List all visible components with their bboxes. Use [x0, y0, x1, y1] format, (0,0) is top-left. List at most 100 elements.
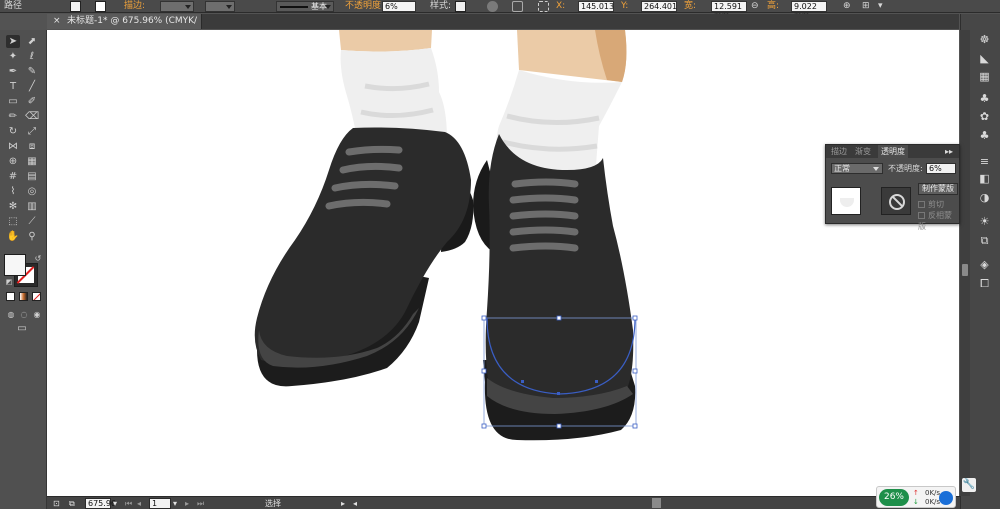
graphic-style-swatch[interactable] [455, 1, 466, 12]
color-panel-icon[interactable]: ☸ [977, 33, 992, 46]
stroke-label[interactable]: 描边: [124, 1, 145, 12]
shape-builder-tool-icon[interactable]: ⊕ [6, 155, 20, 168]
transform-reference-icon[interactable] [538, 1, 549, 12]
blend-tool-icon[interactable]: ◎ [25, 185, 39, 198]
x-field[interactable]: 145.013 [578, 1, 614, 12]
wrench-icon[interactable]: 🔧 [962, 478, 976, 492]
color-guide-icon[interactable]: ◣ [977, 52, 992, 65]
zoom-dropdown-icon[interactable]: ▾ [113, 498, 117, 509]
transparency-opacity-field[interactable]: 6% [926, 163, 956, 174]
color-mode-icon[interactable] [6, 292, 15, 301]
free-transform-tool-icon[interactable]: ⧈ [25, 140, 39, 153]
artboard-tool-icon[interactable]: ⬚ [6, 215, 20, 228]
appearance-panel-icon[interactable]: ☀ [977, 215, 992, 228]
gradient-panel-icon[interactable]: ◧ [977, 172, 992, 185]
y-field[interactable]: 264.401 [641, 1, 677, 12]
none-mode-icon[interactable] [32, 292, 41, 301]
eyedropper-tool-icon[interactable]: ⌇ [6, 185, 20, 198]
variable-width-dropdown[interactable] [205, 1, 235, 12]
close-tab-icon[interactable]: × [53, 14, 61, 29]
line-tool-icon[interactable]: ╱ [25, 80, 39, 93]
artboard-dropdown-icon[interactable]: ▾ [173, 498, 177, 509]
artboard-nav-icon[interactable]: ⊡ [53, 498, 60, 509]
make-mask-button[interactable]: 制作蒙版 [918, 183, 958, 195]
status-menu-icon[interactable]: ▸ [341, 498, 345, 509]
graphic-styles-icon[interactable]: ♣ [977, 129, 992, 142]
stroke-color-swatch[interactable] [95, 1, 106, 12]
clip-checkbox[interactable]: 剪切 [918, 199, 944, 210]
mesh-tool-icon[interactable]: # [6, 170, 20, 183]
swatches-panel-icon[interactable]: ▦ [977, 70, 992, 83]
blend-mode-dropdown[interactable]: 正常 [831, 163, 883, 174]
panel-menu-icon[interactable]: ▾ [878, 1, 883, 12]
transform-icon[interactable]: ⊕ [843, 1, 851, 12]
width-tool-icon[interactable]: ⋈ [6, 140, 20, 153]
isolate-icon[interactable]: ⊞ [862, 1, 870, 12]
canvas[interactable] [47, 30, 959, 496]
recolor-icon[interactable] [487, 1, 498, 12]
type-tool-icon[interactable]: T [6, 80, 20, 93]
artboards-panel-icon[interactable]: ◈ [977, 258, 992, 271]
width-field[interactable]: 12.591 mm [711, 1, 747, 20]
first-artboard-icon[interactable]: ⏮ [125, 498, 132, 509]
draw-inside-icon[interactable]: ◉ [30, 308, 44, 321]
scale-tool-icon[interactable]: ⤢ [25, 125, 39, 138]
draw-behind-icon[interactable]: ◌ [17, 308, 31, 321]
vertical-scrollbar[interactable] [960, 30, 970, 496]
constrain-proportions-icon[interactable]: ⊖ [751, 1, 759, 12]
artboard-number-field[interactable]: 1 [149, 498, 171, 509]
network-monitor-widget[interactable]: 26% ↑ 0K/s ↓ 0K/s [876, 486, 956, 508]
vertical-scroll-thumb[interactable] [962, 264, 968, 276]
gradient-mode-icon[interactable] [19, 292, 28, 301]
rotate-tool-icon[interactable]: ↻ [6, 125, 20, 138]
tab-transparency[interactable]: 透明度 [878, 145, 908, 158]
stroke-weight-dropdown[interactable] [160, 1, 194, 12]
document-tab[interactable]: × 未标题-1* @ 675.96% (CMYK/预览) [47, 14, 202, 41]
paintbrush-tool-icon[interactable]: ✐ [25, 95, 39, 108]
layers-panel-icon[interactable]: ⧉ [977, 234, 992, 247]
zoom-tool-icon[interactable]: ⚲ [25, 230, 39, 243]
selection-tool-icon[interactable]: ➤ [6, 35, 20, 48]
opacity-label[interactable]: 不透明度 [345, 1, 381, 12]
open-in-bridge-icon[interactable]: ⧉ [69, 498, 75, 509]
previous-artboard-icon[interactable]: ◂ [137, 498, 141, 509]
magic-wand-tool-icon[interactable]: ✦ [6, 50, 20, 63]
accelerator-ball-icon[interactable] [939, 491, 953, 505]
tab-gradient[interactable]: 渐变 [852, 145, 874, 158]
pencil-tool-icon[interactable]: ✏ [6, 110, 20, 123]
default-fill-stroke-icon[interactable]: ◩ [2, 276, 16, 289]
transparency-panel-icon[interactable]: ◑ [977, 191, 992, 204]
opacity-field[interactable]: 6% [382, 1, 416, 12]
slice-tool-icon[interactable]: ⟋ [25, 215, 39, 228]
symbols-panel-icon[interactable]: ✿ [977, 110, 992, 123]
pen-tool-icon[interactable]: ✒ [6, 65, 20, 78]
object-thumbnail[interactable] [831, 187, 861, 215]
gradient-tool-icon[interactable]: ▤ [25, 170, 39, 183]
column-graph-tool-icon[interactable]: ▥ [25, 200, 39, 213]
symbol-sprayer-tool-icon[interactable]: ✻ [6, 200, 20, 213]
perspective-grid-tool-icon[interactable]: ▦ [25, 155, 39, 168]
hand-tool-icon[interactable]: ✋ [6, 230, 20, 243]
height-field[interactable]: 9.022 mm [791, 1, 827, 20]
curvature-tool-icon[interactable]: ✎ [25, 65, 39, 78]
panel-collapse-icon[interactable]: ▸▸ [942, 145, 956, 158]
stroke-panel-icon[interactable]: ≡ [977, 155, 992, 168]
next-artboard-icon[interactable]: ▸ [185, 498, 189, 509]
brushes-panel-icon[interactable]: ♣ [977, 92, 992, 105]
fill-color-swatch[interactable] [70, 1, 81, 12]
brush-definition-dropdown[interactable]: 基本 [276, 1, 334, 12]
last-artboard-icon[interactable]: ⏭ [197, 498, 204, 509]
scroll-left-icon[interactable]: ◂ [353, 498, 357, 509]
fill-swatch[interactable] [4, 254, 26, 276]
tab-stroke[interactable]: 描边 [828, 145, 850, 158]
draw-normal-icon[interactable]: ◍ [4, 308, 18, 321]
rectangle-tool-icon[interactable]: ▭ [6, 95, 20, 108]
eraser-tool-icon[interactable]: ⌫ [25, 110, 39, 123]
links-panel-icon[interactable]: ⧠ [977, 277, 992, 290]
direct-selection-tool-icon[interactable]: ⬈ [25, 35, 39, 48]
no-mask-thumbnail[interactable] [881, 187, 911, 215]
horizontal-scroll-thumb[interactable] [652, 498, 661, 508]
align-icon[interactable] [512, 1, 523, 12]
zoom-field[interactable]: 675.96 [85, 498, 116, 509]
screen-mode-icon[interactable]: ▭ [15, 322, 29, 335]
